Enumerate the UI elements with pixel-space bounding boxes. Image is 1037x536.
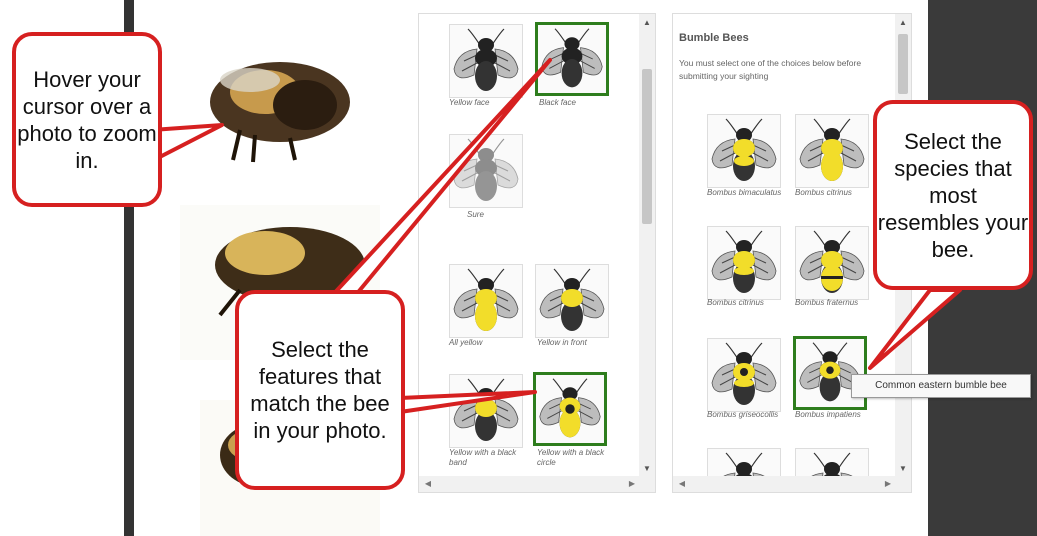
features-callout: Select the features that match the bee i… bbox=[235, 290, 405, 490]
species-callout: Select the species that most resembles y… bbox=[873, 100, 1033, 290]
hover-callout: Hover your cursor over a photo to zoom i… bbox=[12, 32, 162, 207]
